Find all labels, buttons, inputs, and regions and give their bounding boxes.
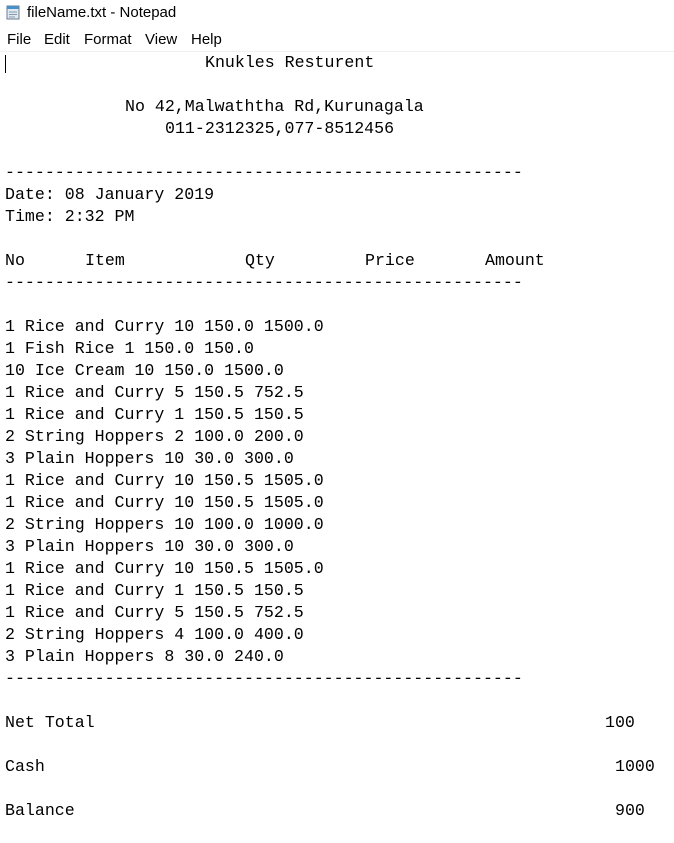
column-header-price: Price — [365, 251, 415, 270]
column-header-amount: Amount — [485, 251, 545, 270]
menu-view[interactable]: View — [145, 31, 177, 49]
address-line: No 42,Malwaththa Rd,Kurunagala — [125, 97, 424, 116]
column-header-no: No — [5, 251, 25, 270]
balance-value: 900 — [615, 801, 645, 820]
item-line: 3 Plain Hoppers 10 30.0 300.0 — [5, 537, 294, 556]
item-line: 1 Rice and Curry 10 150.5 1505.0 — [5, 493, 324, 512]
text-editor[interactable]: Knukles Resturent No 42,Malwaththa Rd,Ku… — [0, 52, 674, 843]
item-line: 1 Rice and Curry 10 150.0 1500.0 — [5, 317, 324, 336]
separator-bottom: ----------------------------------------… — [5, 669, 523, 688]
menu-edit[interactable]: Edit — [44, 31, 70, 49]
notepad-icon — [5, 4, 21, 20]
item-line: 1 Rice and Curry 10 150.5 1505.0 — [5, 471, 324, 490]
cash-value: 1000 — [615, 757, 655, 776]
phone-line: 011-2312325,077-8512456 — [165, 119, 395, 138]
item-line: 1 Rice and Curry 5 150.5 752.5 — [5, 383, 304, 402]
item-line: 3 Plain Hoppers 8 30.0 240.0 — [5, 647, 284, 666]
item-line: 3 Plain Hoppers 10 30.0 300.0 — [5, 449, 294, 468]
item-line: 2 String Hoppers 2 100.0 200.0 — [5, 427, 304, 446]
item-line: 1 Rice and Curry 1 150.5 150.5 — [5, 405, 304, 424]
item-line: 1 Rice and Curry 10 150.5 1505.0 — [5, 559, 324, 578]
balance-label: Balance — [5, 801, 75, 820]
menu-help[interactable]: Help — [191, 31, 222, 49]
date-line: Date: 08 January 2019 — [5, 185, 215, 204]
restaurant-name: Knukles Resturent — [205, 53, 375, 72]
menu-format[interactable]: Format — [84, 31, 132, 49]
title-bar[interactable]: fileName.txt - Notepad — [0, 0, 674, 28]
item-line: 1 Rice and Curry 1 150.5 150.5 — [5, 581, 304, 600]
item-line: 2 String Hoppers 4 100.0 400.0 — [5, 625, 304, 644]
separator-top: ----------------------------------------… — [5, 163, 523, 182]
item-line: 10 Ice Cream 10 150.0 1500.0 — [5, 361, 284, 380]
net-total-value: 100 — [605, 713, 635, 732]
menu-bar: File Edit Format View Help — [0, 28, 674, 51]
item-line: 1 Rice and Curry 5 150.5 752.5 — [5, 603, 304, 622]
menu-file[interactable]: File — [7, 31, 31, 49]
item-line: 2 String Hoppers 10 100.0 1000.0 — [5, 515, 324, 534]
window-title: fileName.txt - Notepad — [27, 4, 177, 21]
separator-header: ----------------------------------------… — [5, 273, 523, 292]
net-total-label: Net Total — [5, 713, 95, 732]
column-header-item: Item — [85, 251, 125, 270]
time-line: Time: 2:32 PM — [5, 207, 135, 226]
item-line: 1 Fish Rice 1 150.0 150.0 — [5, 339, 254, 358]
cash-label: Cash — [5, 757, 45, 776]
column-header-qty: Qty — [245, 251, 275, 270]
text-caret — [5, 55, 6, 73]
